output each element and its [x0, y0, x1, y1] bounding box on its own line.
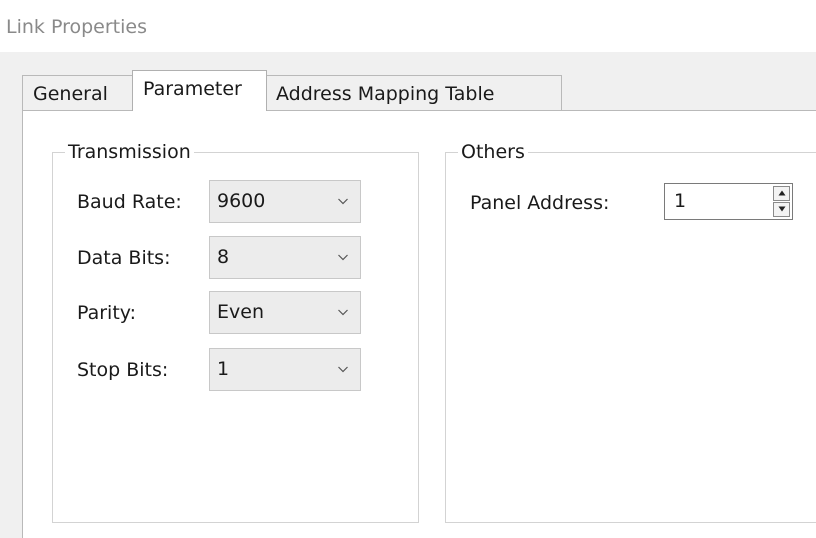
parity-select[interactable]: Even — [209, 291, 361, 334]
chevron-down-icon — [338, 366, 348, 373]
spin-down-button[interactable] — [773, 202, 790, 217]
tab-address-mapping-table[interactable]: Address Mapping Table — [265, 75, 562, 111]
arrow-down-icon — [778, 206, 786, 212]
data-bits-select[interactable]: 8 — [209, 236, 361, 279]
window-title: Link Properties — [6, 16, 147, 38]
tab-parameter[interactable]: Parameter — [132, 70, 267, 111]
tab-general[interactable]: General — [22, 75, 134, 111]
arrow-up-icon — [778, 190, 786, 196]
panel-address-spinner[interactable]: 1 — [664, 183, 793, 220]
baud-rate-select[interactable]: 9600 — [209, 180, 361, 223]
others-group-title: Others — [458, 139, 528, 165]
stop-bits-select[interactable]: 1 — [209, 348, 361, 391]
parity-value: Even — [217, 301, 264, 323]
data-bits-label: Data Bits: — [77, 247, 171, 269]
baud-rate-label: Baud Rate: — [77, 191, 182, 213]
transmission-group-title: Transmission — [65, 139, 194, 165]
baud-rate-value: 9600 — [217, 190, 266, 212]
data-bits-value: 8 — [217, 246, 230, 268]
panel-address-label: Panel Address: — [470, 192, 610, 214]
chevron-down-icon — [338, 254, 348, 261]
stop-bits-value: 1 — [217, 358, 230, 380]
chevron-down-icon — [338, 198, 348, 205]
chevron-down-icon — [338, 309, 348, 316]
parameter-tab-panel: Transmission Baud Rate: 9600 Data Bits: … — [22, 110, 816, 538]
spin-up-button[interactable] — [773, 186, 790, 201]
stop-bits-label: Stop Bits: — [77, 359, 169, 381]
parity-label: Parity: — [77, 302, 137, 324]
panel-address-value: 1 — [674, 190, 687, 212]
others-group: Others Panel Address: 1 — [445, 139, 816, 523]
transmission-group: Transmission Baud Rate: 9600 Data Bits: … — [52, 139, 419, 523]
panel-address-spin-buttons — [773, 186, 790, 217]
